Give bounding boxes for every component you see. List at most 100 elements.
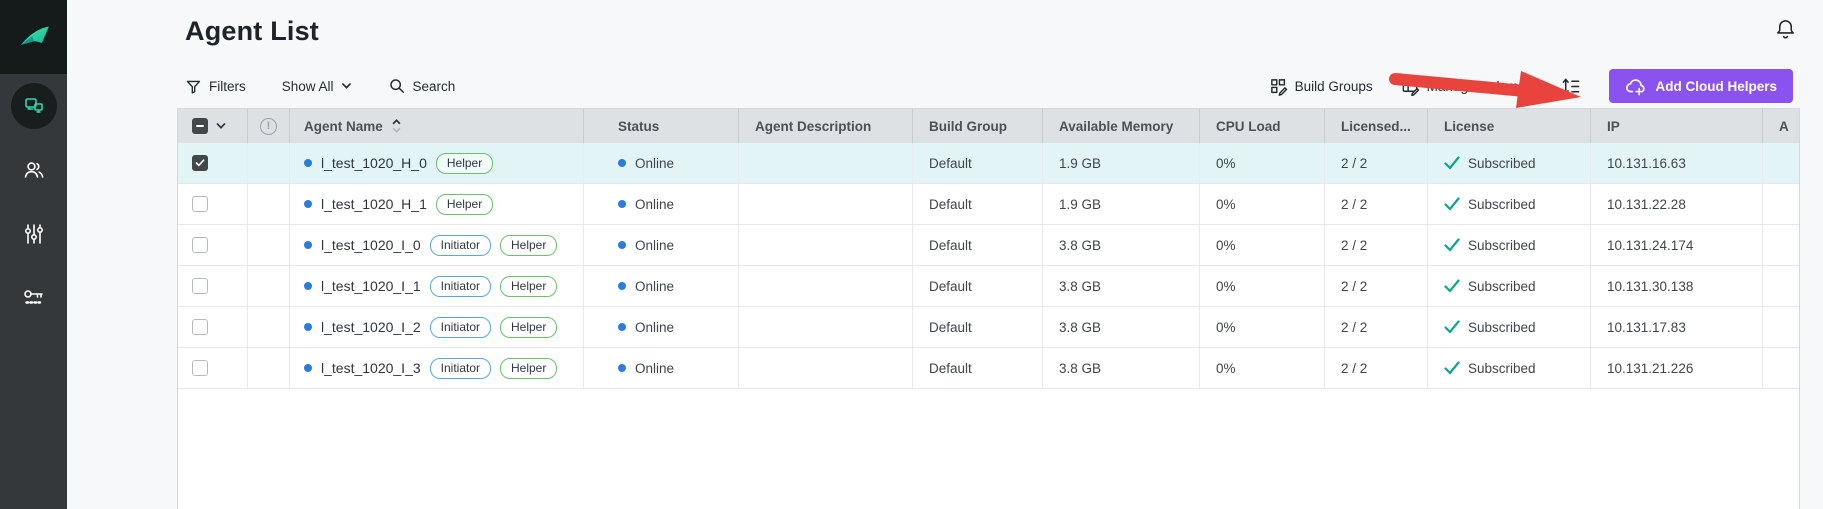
header-status[interactable]: Status bbox=[584, 109, 739, 143]
row-height-button[interactable] bbox=[1560, 76, 1581, 97]
row-checkbox[interactable] bbox=[192, 278, 208, 294]
toolbar-left: Filters Show All Search bbox=[185, 77, 455, 95]
badge-initiator: Initiator bbox=[430, 317, 491, 338]
ip-cell: 10.131.17.83 bbox=[1591, 307, 1763, 347]
table-row[interactable]: l_test_1020_I_0InitiatorHelper Online De… bbox=[178, 225, 1799, 266]
build-groups-button[interactable]: Build Groups bbox=[1269, 77, 1373, 96]
row-checkbox[interactable] bbox=[192, 237, 208, 253]
online-dot bbox=[618, 282, 626, 290]
search-label: Search bbox=[413, 79, 456, 94]
add-cloud-helpers-button[interactable]: Add Cloud Helpers bbox=[1609, 69, 1793, 103]
users-icon bbox=[22, 158, 46, 182]
header-ip[interactable]: IP bbox=[1591, 109, 1763, 143]
manage-columns-label: Manage Columns bbox=[1427, 79, 1533, 94]
app-logo[interactable] bbox=[0, 0, 67, 74]
cloud-plus-icon bbox=[1625, 77, 1647, 96]
sidebar-nav bbox=[0, 74, 67, 330]
check-icon bbox=[1444, 279, 1460, 293]
row-checkbox[interactable] bbox=[192, 319, 208, 335]
available-memory-cell: 3.8 GB bbox=[1043, 307, 1200, 347]
cpu-load-cell: 0% bbox=[1200, 266, 1325, 306]
row-checkbox[interactable] bbox=[192, 155, 208, 171]
status-text: Online bbox=[635, 156, 674, 171]
online-dot bbox=[618, 323, 626, 331]
filters-label: Filters bbox=[209, 79, 246, 94]
select-all-checkbox[interactable] bbox=[192, 118, 208, 134]
status-text: Online bbox=[635, 361, 674, 376]
available-memory-cell: 3.8 GB bbox=[1043, 348, 1200, 388]
status-text: Online bbox=[635, 320, 674, 335]
build-group-cell: Default bbox=[913, 266, 1043, 306]
ip-cell: 10.131.24.174 bbox=[1591, 225, 1763, 265]
agent-name: l_test_1020_I_2 bbox=[321, 319, 421, 335]
row-checkbox[interactable] bbox=[192, 196, 208, 212]
search-icon bbox=[388, 77, 406, 95]
build-group-cell: Default bbox=[913, 348, 1043, 388]
show-all-label: Show All bbox=[282, 79, 334, 94]
license-cell: Subscribed bbox=[1428, 225, 1591, 265]
available-memory-cell: 3.8 GB bbox=[1043, 266, 1200, 306]
search-button[interactable]: Search bbox=[388, 77, 456, 95]
header-agent-name[interactable]: Agent Name bbox=[290, 109, 584, 143]
header-licensed[interactable]: Licensed... bbox=[1325, 109, 1428, 143]
agent-name: l_test_1020_I_1 bbox=[321, 278, 421, 294]
build-group-cell: Default bbox=[913, 143, 1043, 183]
sidebar-item-settings[interactable] bbox=[0, 202, 67, 266]
badge-initiator: Initiator bbox=[430, 358, 491, 379]
agent-description-cell bbox=[739, 348, 913, 388]
agent-name: l_test_1020_I_3 bbox=[321, 360, 421, 376]
row-checkbox[interactable] bbox=[192, 360, 208, 376]
selection-menu-chevron-icon[interactable] bbox=[215, 122, 227, 130]
header-available-memory[interactable]: Available Memory bbox=[1043, 109, 1200, 143]
ip-cell: 10.131.21.226 bbox=[1591, 348, 1763, 388]
notifications-button[interactable] bbox=[1774, 18, 1797, 44]
header-cpu-load[interactable]: CPU Load bbox=[1200, 109, 1325, 143]
status-text: Online bbox=[635, 238, 674, 253]
badge-helper: Helper bbox=[436, 153, 493, 174]
filter-funnel-icon bbox=[185, 78, 202, 95]
header-clipped-column[interactable]: A bbox=[1763, 109, 1800, 143]
online-dot bbox=[618, 364, 626, 372]
table-row[interactable]: l_test_1020_H_0Helper Online Default 1.9… bbox=[178, 143, 1799, 184]
bell-icon bbox=[1774, 18, 1797, 41]
cpu-load-cell: 0% bbox=[1200, 143, 1325, 183]
table-row[interactable]: l_test_1020_H_1Helper Online Default 1.9… bbox=[178, 184, 1799, 225]
manage-columns-button[interactable]: Manage Columns bbox=[1401, 77, 1533, 96]
available-memory-cell: 3.8 GB bbox=[1043, 225, 1200, 265]
table-row[interactable]: l_test_1020_I_3InitiatorHelper Online De… bbox=[178, 348, 1799, 389]
row-height-icon bbox=[1560, 76, 1581, 97]
agent-description-cell bbox=[739, 307, 913, 347]
sort-icon[interactable] bbox=[392, 119, 401, 133]
header-license[interactable]: License bbox=[1428, 109, 1591, 143]
agents-icon bbox=[11, 83, 57, 129]
check-icon bbox=[1444, 156, 1460, 170]
header-build-group[interactable]: Build Group bbox=[913, 109, 1043, 143]
filters-button[interactable]: Filters bbox=[185, 78, 246, 95]
check-icon bbox=[1444, 361, 1460, 375]
sidebar-item-agents[interactable] bbox=[0, 74, 67, 138]
build-groups-icon bbox=[1269, 77, 1288, 96]
table-row[interactable]: l_test_1020_I_2InitiatorHelper Online De… bbox=[178, 307, 1799, 348]
online-dot bbox=[618, 200, 626, 208]
show-all-dropdown[interactable]: Show All bbox=[282, 79, 352, 94]
licensed-cell: 2 / 2 bbox=[1325, 266, 1428, 306]
sidebar-item-users[interactable] bbox=[0, 138, 67, 202]
header-agent-description[interactable]: Agent Description bbox=[739, 109, 913, 143]
agent-name: l_test_1020_H_0 bbox=[321, 155, 427, 171]
agent-description-cell bbox=[739, 143, 913, 183]
page-title: Agent List bbox=[185, 16, 319, 47]
cpu-load-cell: 0% bbox=[1200, 225, 1325, 265]
main-content: Agent List Filters Show All bbox=[67, 0, 1823, 509]
agent-description-cell bbox=[739, 266, 913, 306]
license-cell: Subscribed bbox=[1428, 266, 1591, 306]
table-row[interactable]: l_test_1020_I_1InitiatorHelper Online De… bbox=[178, 266, 1799, 307]
check-icon bbox=[1444, 238, 1460, 252]
toolbar: Filters Show All Search bbox=[185, 68, 1793, 104]
ip-cell: 10.131.16.63 bbox=[1591, 143, 1763, 183]
badge-initiator: Initiator bbox=[430, 235, 491, 256]
agent-status-dot bbox=[304, 364, 312, 372]
manage-columns-icon bbox=[1401, 77, 1420, 96]
sidebar-item-licenses[interactable] bbox=[0, 266, 67, 330]
ip-cell: 10.131.30.138 bbox=[1591, 266, 1763, 306]
agent-status-dot bbox=[304, 159, 312, 167]
